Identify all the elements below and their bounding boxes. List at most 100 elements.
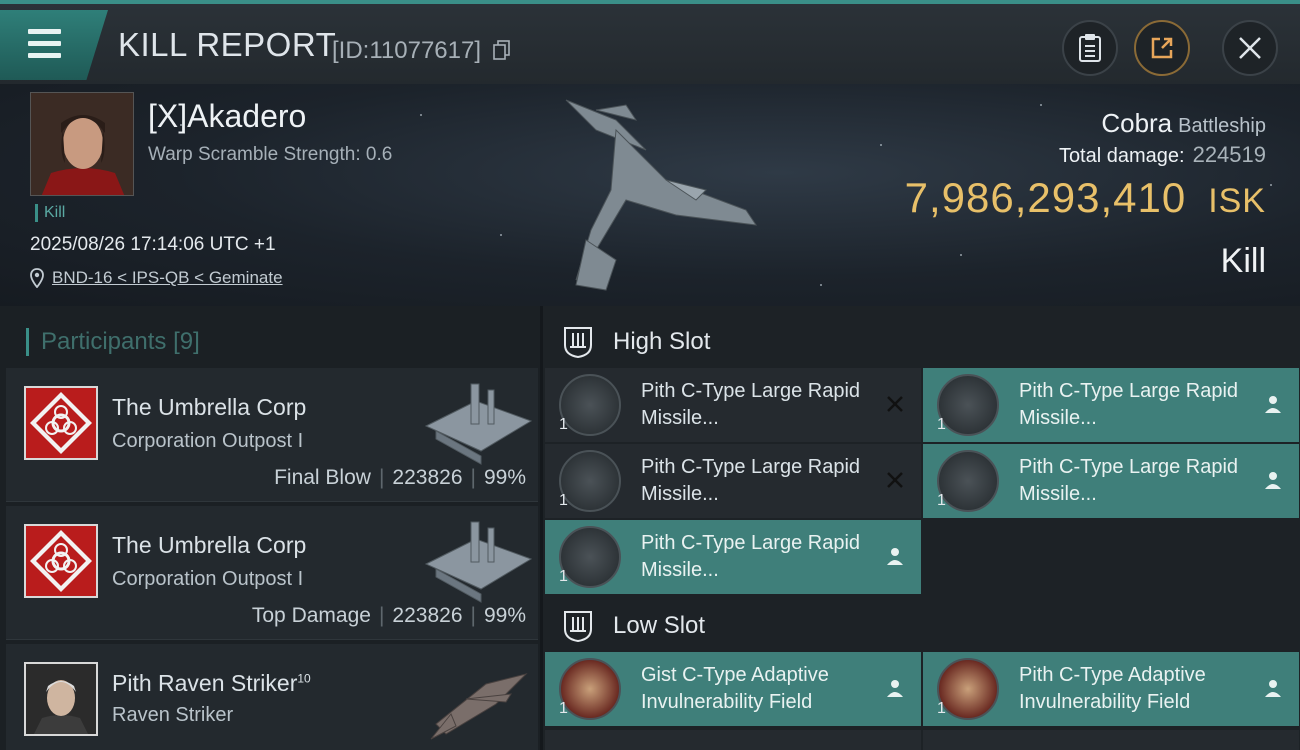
high-slot-icon <box>564 327 592 359</box>
corp-logo <box>24 524 98 598</box>
clipboard-button[interactable] <box>1062 20 1118 76</box>
participants-count: [9] <box>173 328 200 355</box>
menu-icon <box>28 29 61 34</box>
module-item[interactable] <box>545 730 921 750</box>
participant-name: Pith Raven Striker10 <box>112 670 311 696</box>
low-slot-label: Low Slot <box>613 612 706 639</box>
destroyed-x-icon <box>887 396 903 412</box>
shield-module-icon <box>937 658 999 720</box>
victim-ship-image <box>565 99 758 291</box>
total-damage-value: 224519 <box>1192 142 1266 167</box>
outpost-ship-image <box>424 521 533 603</box>
participant-row[interactable]: The Umbrella Corp Corporation Outpost I … <box>6 506 538 640</box>
report-id: [ID:11077617] <box>332 37 482 64</box>
biohazard-icon <box>26 388 96 458</box>
module-item[interactable] <box>923 730 1299 750</box>
total-damage-label: Total damage: <box>1058 145 1185 167</box>
page-title: KILL REPORT <box>118 26 337 63</box>
module-name: Pith C-Type Large Rapid Missile... <box>1019 380 1239 429</box>
module-quantity: 1 <box>937 700 946 717</box>
participant-damage: 223826 <box>392 604 463 627</box>
person-icon <box>887 548 903 565</box>
raven-striker-ship-image <box>430 673 528 740</box>
participant-row[interactable]: The Umbrella Corp Corporation Outpost I … <box>6 368 538 502</box>
shield-module-icon <box>559 658 621 720</box>
participant-damage: 223826 <box>392 466 463 489</box>
header-bar: KILL REPORT [ID:11077617] <box>0 0 1300 84</box>
corp-logo <box>24 386 98 460</box>
participant-percent: 99% <box>483 466 526 489</box>
close-icon <box>1239 37 1261 59</box>
pilot-avatar <box>24 662 98 736</box>
isk-value: 7,986,293,410 ISK <box>905 174 1266 222</box>
total-damage: Total damage: 224519 <box>1059 142 1266 168</box>
participant-name: The Umbrella Corp <box>112 394 307 420</box>
missile-launcher-icon <box>559 450 621 512</box>
person-icon <box>1265 396 1281 413</box>
participant-stats: Final Blow | 223826 | 99% <box>274 466 526 489</box>
isk-unit: ISK <box>1208 182 1266 220</box>
victim-ship: Cobra Battleship <box>1101 108 1266 139</box>
location-link[interactable]: BND-16 < IPS-QB < Geminate <box>52 268 283 288</box>
high-slot-header: High Slot <box>561 318 710 366</box>
participants-label: Participants <box>41 328 167 355</box>
high-slot-label: High Slot <box>613 328 711 355</box>
kill-tag: Kill <box>35 204 65 222</box>
missile-launcher-icon <box>937 374 999 436</box>
ship-class: Battleship <box>1178 115 1266 137</box>
biohazard-icon <box>26 526 96 596</box>
module-name: Pith C-Type Large Rapid Missile... <box>641 380 861 429</box>
module-name: Pith C-Type Large Rapid Missile... <box>641 456 861 505</box>
module-item[interactable]: 1 Pith C-Type Large Rapid Missile... <box>545 520 921 594</box>
missile-launcher-icon <box>937 450 999 512</box>
participant-ship: Corporation Outpost I <box>112 430 304 452</box>
module-item[interactable]: 1 Pith C-Type Large Rapid Missile... <box>545 444 921 518</box>
participant-ship: Raven Striker <box>112 704 234 726</box>
module-item[interactable]: 1 Pith C-Type Large Rapid Missile... <box>923 444 1299 518</box>
module-quantity: 1 <box>559 700 568 717</box>
kill-timestamp: 2025/08/26 17:14:06 UTC +1 <box>30 234 276 255</box>
module-quantity: 1 <box>559 568 568 585</box>
module-quantity: 1 <box>937 492 946 509</box>
module-name: Pith C-Type Adaptive Invulnerability Fie… <box>1019 664 1206 713</box>
pilot-name[interactable]: [X]Akadero <box>148 98 306 135</box>
module-item[interactable]: 1 Pith C-Type Large Rapid Missile... <box>923 368 1299 442</box>
fitting-panel: High Slot 1 Pith C-Type Large Rapid Miss… <box>543 306 1300 750</box>
missile-launcher-icon <box>559 374 621 436</box>
low-slot-icon <box>564 611 592 643</box>
participant-ship: Corporation Outpost I <box>112 568 304 590</box>
participant-name: The Umbrella Corp <box>112 532 307 558</box>
pilot-avatar <box>31 93 133 195</box>
ship-name[interactable]: Cobra <box>1101 108 1172 138</box>
missile-launcher-icon <box>559 526 621 588</box>
person-icon <box>1265 680 1281 697</box>
participant-role: Top Damage <box>251 604 371 627</box>
participant-level: 10 <box>297 671 311 686</box>
participant-percent: 99% <box>483 604 526 627</box>
module-item[interactable]: 1 Pith C-Type Adaptive Invulnerability F… <box>923 652 1299 726</box>
module-item[interactable]: 1 Gist C-Type Adaptive Invulnerability F… <box>545 652 921 726</box>
module-name: Gist C-Type Adaptive Invulnerability Fie… <box>641 664 829 713</box>
location-pin-icon <box>30 268 44 288</box>
participant-stats: Top Damage | 223826 | 99% <box>251 604 526 627</box>
participant-row[interactable]: Pith Raven Striker10 Raven Striker <box>6 644 538 750</box>
person-icon <box>1265 472 1281 489</box>
isk-amount: 7,986,293,410 <box>904 174 1187 221</box>
clipboard-icon <box>1079 34 1101 62</box>
share-button[interactable] <box>1134 20 1190 76</box>
module-name: Pith C-Type Large Rapid Missile... <box>641 532 861 581</box>
outpost-ship-image <box>424 383 533 465</box>
participant-role: Final Blow <box>274 466 371 489</box>
module-item[interactable]: 1 Pith C-Type Large Rapid Missile... <box>545 368 921 442</box>
pilot-portrait[interactable] <box>30 92 134 196</box>
kill-location[interactable]: BND-16 < IPS-QB < Geminate <box>30 268 283 288</box>
copy-icon[interactable] <box>493 40 511 60</box>
victim-panel: [X]Akadero Warp Scramble Strength: 0.6 K… <box>0 84 1300 306</box>
menu-button[interactable] <box>0 10 108 80</box>
warp-scramble-strength: Warp Scramble Strength: 0.6 <box>148 144 393 165</box>
participants-header: Participants [9] <box>26 328 200 356</box>
module-quantity: 1 <box>559 416 568 433</box>
participants-panel: Participants [9] The Umbrella Corp Corpo… <box>0 306 540 750</box>
kill-result: Kill <box>1220 242 1266 280</box>
close-button[interactable] <box>1222 20 1278 76</box>
